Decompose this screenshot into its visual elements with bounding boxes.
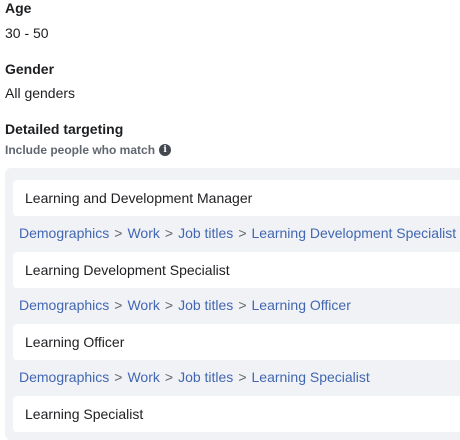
age-label: Age	[5, 0, 32, 16]
targeting-item-label: Learning Specialist	[25, 406, 144, 422]
targeting-item[interactable]: Learning Officer	[13, 324, 460, 360]
breadcrumb-link[interactable]: Job titles	[178, 297, 233, 313]
breadcrumb-separator: >	[114, 369, 123, 385]
targeting-item-label: Learning Development Specialist	[25, 262, 230, 278]
targeting-breadcrumb: Demographics > Work > Job titles > Learn…	[19, 368, 370, 386]
breadcrumb-separator: >	[164, 369, 174, 385]
gender-label: Gender	[5, 61, 55, 77]
gender-value: All genders	[5, 85, 76, 101]
breadcrumb-link[interactable]: Demographics	[19, 297, 109, 313]
targeting-item[interactable]: Learning Specialist	[13, 396, 460, 432]
breadcrumb-link[interactable]: Learning Development Specialist	[252, 225, 457, 241]
breadcrumb-link[interactable]: Work	[127, 297, 159, 313]
age-value: 30 - 50	[5, 25, 49, 41]
breadcrumb-link[interactable]: Job titles	[178, 225, 233, 241]
targeting-breadcrumb: Demographics > Work > Job titles > Learn…	[19, 296, 351, 314]
breadcrumb-link[interactable]: Work	[127, 369, 159, 385]
include-match-text: Include people who match	[5, 143, 156, 157]
include-match-label: Include people who match i	[5, 143, 172, 157]
breadcrumb-link[interactable]: Job titles	[178, 369, 233, 385]
breadcrumb-separator: >	[114, 225, 123, 241]
breadcrumb-link[interactable]: Work	[127, 225, 159, 241]
targeting-item[interactable]: Learning and Development Manager	[13, 180, 460, 216]
targeting-item[interactable]: Learning Development Specialist	[13, 252, 460, 288]
breadcrumb-separator: >	[238, 369, 247, 385]
info-icon[interactable]: i	[159, 144, 172, 156]
breadcrumb-separator: >	[238, 297, 247, 313]
breadcrumb-separator: >	[164, 297, 174, 313]
detailed-targeting-label: Detailed targeting	[5, 121, 124, 137]
breadcrumb-link[interactable]: Demographics	[19, 225, 109, 241]
targeting-item-label: Learning Officer	[25, 334, 125, 350]
breadcrumb-link[interactable]: Demographics	[19, 369, 109, 385]
breadcrumb-link[interactable]: Learning Officer	[252, 297, 351, 313]
breadcrumb-separator: >	[238, 225, 247, 241]
breadcrumb-separator: >	[114, 297, 123, 313]
targeting-item-label: Learning and Development Manager	[25, 190, 253, 206]
breadcrumb-separator: >	[164, 225, 174, 241]
targeting-breadcrumb: Demographics > Work > Job titles > Learn…	[19, 224, 456, 242]
breadcrumb-link[interactable]: Learning Specialist	[252, 369, 370, 385]
